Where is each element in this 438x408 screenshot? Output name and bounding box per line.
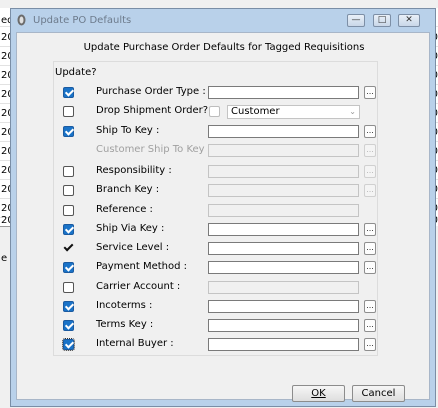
dialog-header: Update Purchase Order Defaults for Tagge… — [83, 42, 365, 53]
app-icon — [17, 14, 26, 26]
group-label: Update? — [55, 67, 97, 78]
ship-to-key-label: Ship To Key : — [96, 125, 160, 136]
payment-method-lookup-button[interactable]: ... — [364, 261, 376, 274]
terms-key-label: Terms Key : — [96, 319, 154, 330]
customer-ship-to-key-lookup-button[interactable]: ... — [364, 144, 376, 157]
row-branch-key: Branch Key : ... — [17, 184, 431, 198]
purchase-order-type-label: Purchase Order Type : — [96, 86, 206, 97]
internal-buyer-lookup-button[interactable]: ... — [364, 338, 376, 351]
incoterms-label: Incoterms : — [96, 300, 153, 311]
maximize-button[interactable]: □ — [373, 14, 391, 27]
customer-ship-to-key-field[interactable] — [208, 144, 359, 157]
carrier-account-field[interactable] — [208, 281, 359, 294]
drop-shipment-order-checkbox[interactable] — [63, 106, 74, 117]
drop-shipment-value-checkbox[interactable] — [209, 106, 220, 117]
dialog-body: Update Purchase Order Defaults for Tagge… — [16, 32, 431, 402]
payment-method-field[interactable] — [208, 261, 359, 274]
ship-to-key-checkbox[interactable] — [63, 126, 74, 137]
internal-buyer-label: Internal Buyer : — [96, 338, 174, 349]
row-drop-shipment-order: Drop Shipment Order? Customer ⌄ — [17, 105, 431, 119]
responsibility-field[interactable] — [208, 165, 359, 178]
row-customer-ship-to-key: Customer Ship To Key : ... — [17, 144, 431, 158]
terms-key-checkbox[interactable] — [63, 320, 74, 331]
ship-via-key-field[interactable] — [208, 223, 359, 236]
ship-to-key-field[interactable] — [208, 125, 359, 138]
purchase-order-type-lookup-button[interactable]: ... — [364, 86, 376, 99]
ok-button[interactable]: OK — [292, 385, 345, 402]
row-carrier-account: Carrier Account : — [17, 281, 431, 295]
responsibility-label: Responsibility : — [96, 165, 172, 176]
row-incoterms: Incoterms : ... — [17, 300, 431, 314]
minimize-button[interactable]: — — [347, 14, 365, 27]
cancel-button[interactable]: Cancel — [352, 385, 405, 402]
incoterms-checkbox[interactable] — [63, 301, 74, 312]
service-level-checkbox[interactable] — [63, 243, 74, 254]
row-internal-buyer: Internal Buyer : ... — [17, 338, 431, 352]
ship-to-key-lookup-button[interactable]: ... — [364, 125, 376, 138]
row-purchase-order-type: Purchase Order Type : ... — [17, 86, 431, 100]
row-reference: Reference : — [17, 204, 431, 218]
chevron-down-icon: ⌄ — [349, 107, 356, 116]
reference-checkbox[interactable] — [63, 205, 74, 216]
reference-label: Reference : — [96, 204, 153, 215]
row-service-level: Service Level : ... — [17, 242, 431, 256]
cancel-button-label: Cancel — [361, 388, 396, 399]
branch-key-checkbox[interactable] — [63, 185, 74, 196]
payment-method-checkbox[interactable] — [63, 262, 74, 273]
branch-key-lookup-button[interactable]: ... — [364, 184, 376, 197]
purchase-order-type-field[interactable] — [208, 86, 359, 99]
update-po-defaults-dialog: Update PO Defaults — □ ✕ Update Purchase… — [10, 8, 436, 407]
row-responsibility: Responsibility : ... — [17, 165, 431, 179]
internal-buyer-checkbox[interactable] — [62, 338, 75, 351]
carrier-account-checkbox[interactable] — [63, 282, 74, 293]
purchase-order-type-checkbox[interactable] — [63, 87, 74, 98]
title-bar[interactable]: Update PO Defaults — □ ✕ — [11, 9, 435, 31]
service-level-field[interactable] — [208, 242, 359, 255]
carrier-account-label: Carrier Account : — [96, 281, 181, 292]
branch-key-label: Branch Key : — [96, 184, 160, 195]
payment-method-label: Payment Method : — [96, 261, 188, 272]
drop-shipment-order-label: Drop Shipment Order? — [96, 105, 209, 116]
window-title: Update PO Defaults — [33, 15, 132, 26]
drop-shipment-type-select[interactable]: Customer ⌄ — [227, 105, 360, 119]
ship-via-key-label: Ship Via Key : — [96, 223, 165, 234]
ship-via-key-checkbox[interactable] — [63, 224, 74, 235]
incoterms-lookup-button[interactable]: ... — [364, 300, 376, 313]
service-level-label: Service Level : — [96, 242, 170, 253]
ship-via-key-lookup-button[interactable]: ... — [364, 223, 376, 236]
close-button[interactable]: ✕ — [398, 14, 420, 27]
row-ship-via-key: Ship Via Key : ... — [17, 223, 431, 237]
responsibility-lookup-button[interactable]: ... — [364, 165, 376, 178]
responsibility-checkbox[interactable] — [63, 166, 74, 177]
drop-shipment-type-value: Customer — [231, 106, 280, 117]
internal-buyer-field[interactable] — [208, 338, 359, 351]
branch-key-field[interactable] — [208, 184, 359, 197]
reference-field[interactable] — [208, 204, 359, 217]
ok-button-label: OK — [311, 388, 326, 399]
incoterms-field[interactable] — [208, 300, 359, 313]
customer-ship-to-key-label: Customer Ship To Key : — [96, 144, 212, 155]
row-terms-key: Terms Key : ... — [17, 319, 431, 333]
row-ship-to-key: Ship To Key : ... — [17, 125, 431, 139]
row-payment-method: Payment Method : ... — [17, 261, 431, 275]
terms-key-lookup-button[interactable]: ... — [364, 319, 376, 332]
service-level-lookup-button[interactable]: ... — [364, 242, 376, 255]
terms-key-field[interactable] — [208, 319, 359, 332]
